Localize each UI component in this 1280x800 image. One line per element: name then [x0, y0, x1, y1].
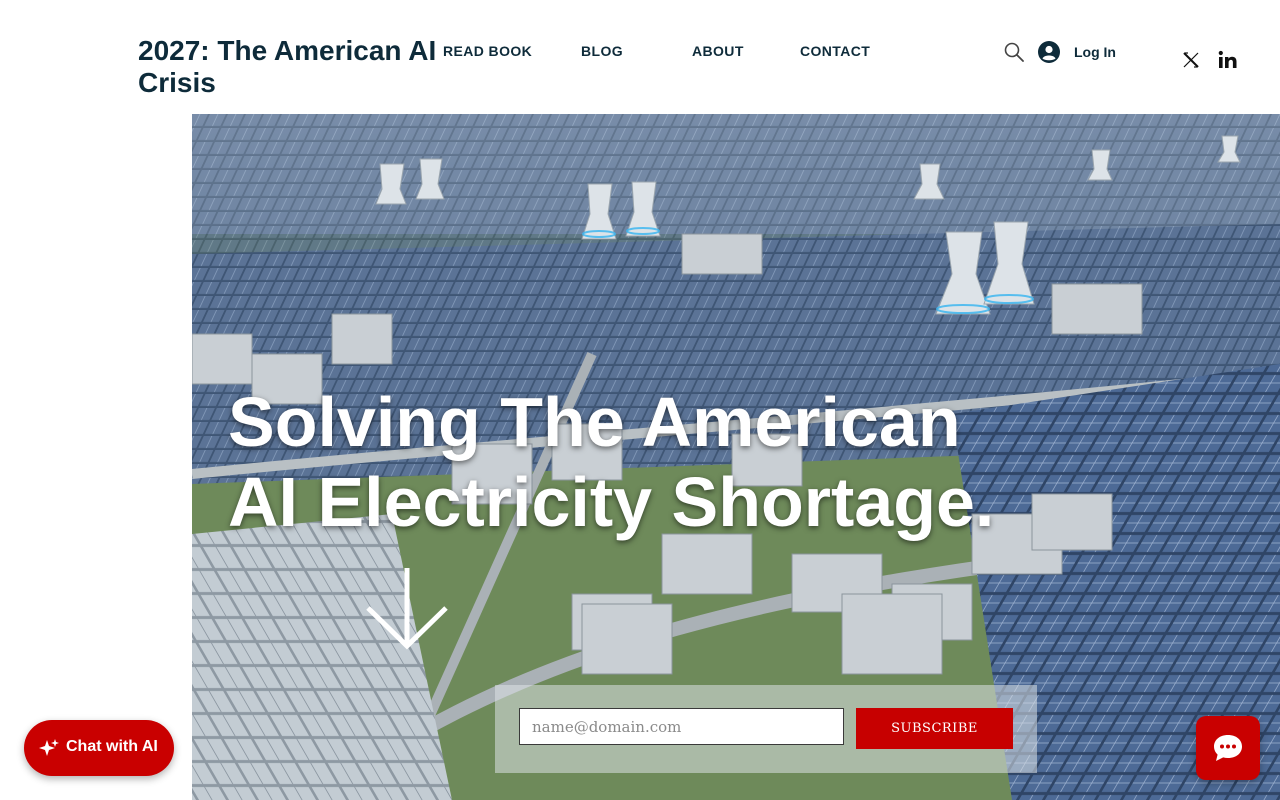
- user-avatar-icon[interactable]: [1038, 41, 1060, 63]
- arrow-down-icon[interactable]: [364, 566, 450, 652]
- linkedin-icon[interactable]: [1218, 50, 1238, 70]
- x-twitter-icon[interactable]: [1182, 51, 1200, 69]
- search-icon[interactable]: [1003, 41, 1025, 63]
- hero-headline: Solving The American AI Electricity Shor…: [228, 382, 1048, 542]
- email-input[interactable]: [519, 708, 844, 745]
- chat-with-ai-button[interactable]: Chat with AI: [24, 720, 174, 776]
- sparkle-icon: [39, 739, 59, 756]
- chat-with-ai-label: Chat with AI: [66, 738, 158, 755]
- nav-contact[interactable]: CONTACT: [800, 43, 870, 59]
- subscribe-button[interactable]: SUBSCRIBE: [856, 708, 1013, 749]
- site-title[interactable]: 2027: The American AI Crisis: [138, 35, 438, 99]
- login-link[interactable]: Log In: [1074, 44, 1116, 60]
- hero-headline-line-2: AI Electricity Shortage.: [228, 463, 995, 541]
- chat-bubble-icon: [1214, 735, 1242, 761]
- nav-read-book[interactable]: READ BOOK: [443, 43, 532, 59]
- hero-headline-line-1: Solving The American: [228, 383, 961, 461]
- nav-blog[interactable]: BLOG: [581, 43, 623, 59]
- chat-widget-button[interactable]: [1196, 716, 1260, 780]
- nav-about[interactable]: ABOUT: [692, 43, 744, 59]
